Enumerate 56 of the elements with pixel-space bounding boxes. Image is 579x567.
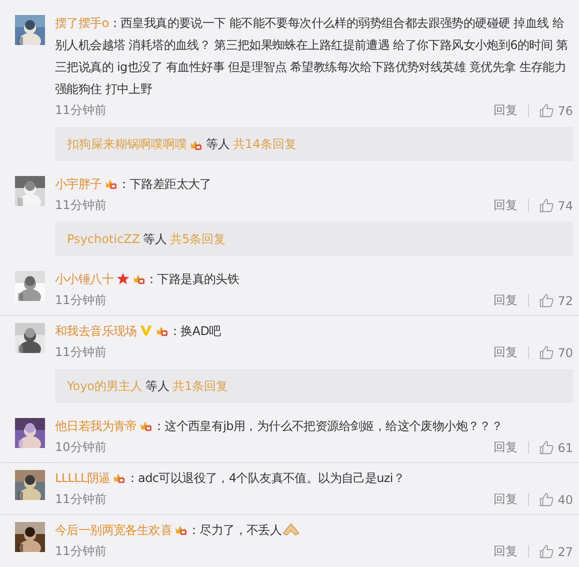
like-button[interactable]: 40 [538,492,573,507]
others-label: 等人 [206,136,230,152]
thumbs-up-icon [538,198,554,213]
replies-bar[interactable]: 扣狗屎来糊锅啊噗啊噗 等人 共14条回复 [55,127,573,161]
thumbs-up-icon [538,544,554,559]
reply-user-name[interactable]: PsychoticZZ [67,232,140,246]
crown-badge-icon [189,138,203,150]
reply-count-link[interactable]: 共1条回复 [172,378,228,394]
reply-link[interactable]: 回复 [494,491,518,508]
others-label: 等人 [146,378,170,394]
comment-text: 小宇胖子 ：下路差距太大了 [55,176,212,193]
timestamp: 11分钟前 [55,543,108,560]
timestamp: 11分钟前 [55,491,108,508]
thumbs-up-icon [538,492,554,507]
timestamp: 11分钟前 [55,292,108,309]
thumbs-up-icon [538,440,554,455]
reply-link[interactable]: 回复 [494,102,518,119]
reply-user-name[interactable]: 扣狗屎来糊锅啊噗啊噗 [67,136,187,152]
timestamp: 11分钟前 [55,344,108,361]
like-button[interactable]: 74 [538,198,573,213]
thumbs-up-icon [538,293,554,308]
reply-link[interactable]: 回复 [494,344,518,361]
reply-link[interactable]: 回复 [494,543,518,560]
timestamp: 11分钟前 [55,102,108,119]
like-button[interactable]: 27 [538,544,573,559]
replies-bar[interactable]: Yoyo的男主人 等人 共1条回复 [55,369,573,403]
reply-count-link[interactable]: 共5条回复 [170,230,226,248]
like-button[interactable]: 70 [538,345,573,360]
reply-link[interactable]: 回复 [494,197,518,214]
crown-badge-icon [138,419,153,432]
comment-text: 今后一别两宽各生欢喜 ：尽力了，不丢人 [55,519,573,541]
thumbs-up-icon [538,103,554,118]
others-label: 等人 [143,230,168,248]
comment-text: 他日若我为青帝 ：这个西皇有jb用，为什么不把资源给剑姬，给这个废物小炮？？？ [55,418,504,435]
comment-text: 小小锤八十 ：下路是真的头铁 [55,271,240,288]
reply-link[interactable]: 回复 [494,292,518,309]
like-button[interactable]: 76 [538,103,573,118]
crown-badge-icon [112,471,126,484]
verified-v-icon [138,324,153,337]
like-button[interactable]: 61 [538,440,573,455]
crown-badge-icon [132,272,146,285]
timestamp: 10分钟前 [55,439,108,456]
reply-user-name[interactable]: Yoyo的男主人 [67,378,143,394]
thumbs-up-icon [538,345,554,360]
reply-count-link[interactable]: 共14条回复 [233,136,296,152]
like-button[interactable]: 72 [538,293,573,308]
reply-link[interactable]: 回复 [494,439,518,456]
star-icon [116,272,130,285]
replies-bar[interactable]: PsychoticZZ 等人 共5条回复 [55,222,573,256]
comment-text: 和我去音乐现场 ：换AD吧 [55,323,222,340]
timestamp: 11分钟前 [55,197,108,214]
crown-badge-icon [154,324,169,337]
crown-badge-icon [104,177,118,190]
comment-text: LLLLL阴逼 ：adc可以退役了，4个队友真不值。以为自己是uzi？ [55,470,406,487]
crown-badge-icon [174,523,188,536]
comment-text: 摆了摆手o：西皇我真的要说一下 能不能不要每次什么样的弱势组合都去跟强势的硬碰硬 掉血线 给别人机会越塔 消耗塔的血线？ 第三把如果蜘蛛在上路红提前遭遇 给了你下路风女小炮到6的时间 第三把说真的 ig也没了 有血性好事 但是理智点 希望教练每次给下路优势对线英雄 竟优先拿 生存能力强能狗住 打中上野 [55,15,569,98]
